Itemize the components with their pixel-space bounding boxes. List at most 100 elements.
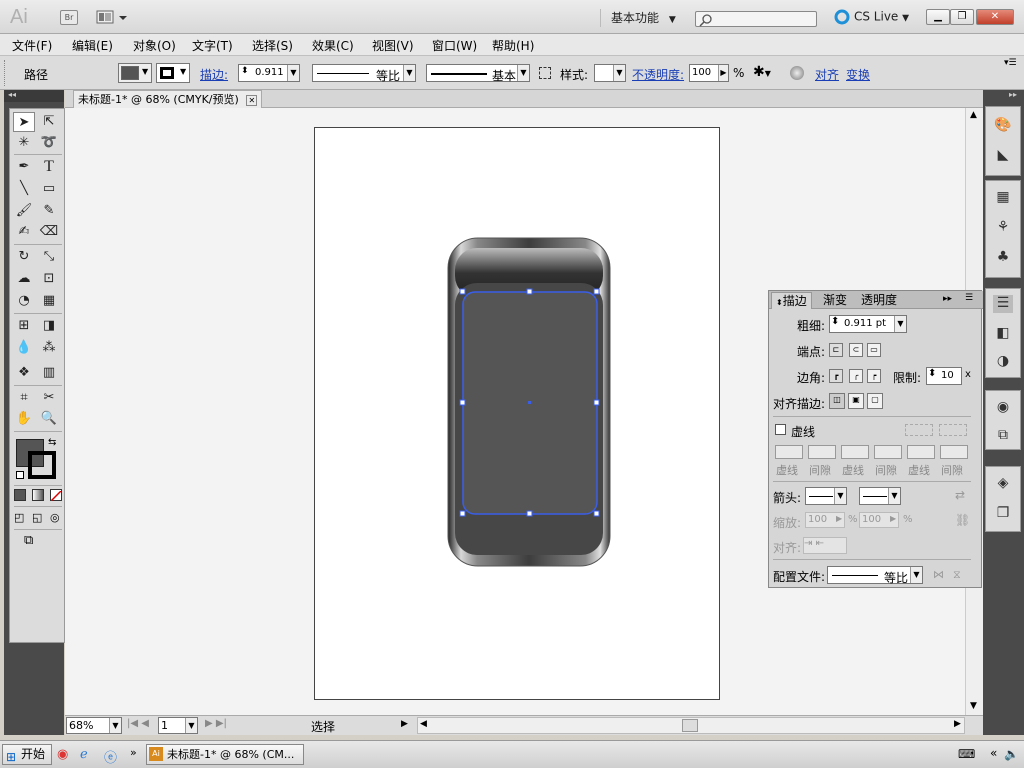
width-profile-dropdown[interactable]: 等比 ▼ xyxy=(827,566,923,585)
menu-file[interactable]: 文件(F) xyxy=(12,37,52,54)
chevron-right-icon[interactable]: ▶ xyxy=(836,514,842,523)
horizontal-scrollbar[interactable]: ◀ ▶ xyxy=(417,717,965,734)
end-scale-field[interactable]: 100 ▶ xyxy=(859,512,899,528)
transparency-panel-icon[interactable]: ◑ xyxy=(993,353,1013,371)
magic-wand-tool[interactable]: ✳ xyxy=(13,133,35,153)
rectangle-tool[interactable]: ▭ xyxy=(38,179,60,199)
status-menu[interactable]: 选择 ▶ xyxy=(235,717,413,734)
expand-panels-icon[interactable]: ▸▸ xyxy=(1009,90,1017,99)
lasso-tool[interactable]: ➰ xyxy=(38,133,60,153)
scroll-right-icon[interactable]: ▶ xyxy=(954,719,961,729)
panel-menu-icon[interactable]: ☰ xyxy=(965,293,973,303)
align-arrowheads-buttons[interactable]: ⇥ ⇤ xyxy=(803,537,847,554)
slice-tool[interactable]: ✂ xyxy=(38,388,60,408)
appearance-panel-icon[interactable]: ◉ xyxy=(993,399,1013,417)
dash-align-icon[interactable] xyxy=(939,424,967,436)
swatches-panel-icon[interactable]: ▦ xyxy=(993,189,1013,207)
menu-type[interactable]: 文字(T) xyxy=(192,37,233,54)
tab-gradient[interactable]: 渐变 xyxy=(819,292,851,309)
dash-field-2[interactable] xyxy=(841,445,869,459)
chevron-down-icon[interactable]: ▼ xyxy=(287,65,299,81)
menu-effect[interactable]: 效果(C) xyxy=(312,37,354,54)
panel-menu-icon[interactable]: ▾☰ xyxy=(1004,58,1017,68)
eyedropper-tool[interactable]: 💧 xyxy=(13,338,35,358)
direct-selection-tool[interactable]: ⇱ xyxy=(38,112,60,132)
dashed-line-checkbox[interactable] xyxy=(775,424,786,435)
align-outside-button[interactable]: ▢ xyxy=(867,393,883,409)
arrange-documents-button[interactable] xyxy=(96,9,130,26)
artboard-number-field[interactable]: 1 ▼ xyxy=(158,717,198,734)
dash-field-1[interactable] xyxy=(775,445,803,459)
chevron-down-icon[interactable]: ▼ xyxy=(517,65,529,81)
swap-arrowheads-icon[interactable]: ⇄ xyxy=(955,488,965,502)
phone-artwork[interactable] xyxy=(315,128,721,701)
minimize-button[interactable]: ▁ xyxy=(926,9,950,25)
link-scale-icon[interactable]: ⛓ xyxy=(955,513,970,527)
hand-tool[interactable]: ✋ xyxy=(13,409,35,429)
chevron-right-icon[interactable]: ▶ xyxy=(890,514,896,523)
chevron-down-icon[interactable]: ▼ xyxy=(185,718,197,733)
draw-normal-icon[interactable]: ◰ xyxy=(14,511,28,525)
artboard-tool[interactable]: ⌗ xyxy=(13,388,35,408)
layers-panel-icon[interactable]: ◈ xyxy=(993,475,1013,493)
pen-tool[interactable]: ✒ xyxy=(13,157,35,177)
weight-field[interactable]: ⬍ 0.911 pt ▼ xyxy=(829,315,907,333)
opacity-field[interactable]: 100 ▶ xyxy=(689,64,729,82)
brush-definition-dropdown[interactable]: 基本 ▼ xyxy=(426,64,530,83)
stroke-panel-icon[interactable]: ☰ xyxy=(993,295,1013,313)
gap-field-3[interactable] xyxy=(940,445,968,459)
blend-tool[interactable]: ⁂ xyxy=(38,338,60,358)
start-arrowhead-dropdown[interactable]: ▼ xyxy=(805,487,847,505)
scroll-up-icon[interactable]: ▲ xyxy=(970,110,977,120)
control-bar-grip[interactable] xyxy=(4,60,8,86)
chevron-down-icon[interactable]: ▼ xyxy=(894,316,906,332)
taskbar-illustrator-item[interactable]: Ai 未标题-1* @ 68% (CM... xyxy=(146,744,304,765)
rotate-tool[interactable]: ↻ xyxy=(13,247,35,267)
volume-tray-icon[interactable]: 🔈 xyxy=(1004,747,1019,761)
stepper-icon[interactable]: ⬍ xyxy=(831,316,839,327)
miter-join-button[interactable]: ┏ xyxy=(829,369,843,383)
ie-quicklaunch-icon[interactable]: ℯ xyxy=(80,747,88,762)
gradient-mode-icon[interactable] xyxy=(32,489,44,501)
pencil-tool[interactable]: ✎ xyxy=(38,201,60,221)
chevron-down-icon[interactable]: ▼ xyxy=(910,567,922,583)
start-button[interactable]: ⊞ 开始 xyxy=(2,744,52,765)
zoom-tool[interactable]: 🔍 xyxy=(38,409,60,429)
scroll-left-icon[interactable]: ◀ xyxy=(420,719,427,729)
transform-panel-link[interactable]: 变换 xyxy=(846,66,870,83)
gap-field-1[interactable] xyxy=(808,445,836,459)
line-segment-tool[interactable]: ╲ xyxy=(13,179,35,199)
miter-limit-field[interactable]: ⬍ 10 xyxy=(926,367,962,385)
cs-live-button[interactable]: CS Live ▼ xyxy=(834,9,909,25)
chevron-right-icon[interactable]: ▶ xyxy=(401,719,408,729)
menu-select[interactable]: 选择(S) xyxy=(252,37,293,54)
menu-help[interactable]: 帮助(H) xyxy=(492,37,534,54)
align-panel-link[interactable]: 对齐 xyxy=(815,66,839,83)
paintbrush-tool[interactable]: 🖌 xyxy=(13,201,35,221)
round-join-button[interactable]: ╭ xyxy=(849,369,863,383)
round-cap-button[interactable]: ⊂ xyxy=(849,343,863,357)
tab-transparency[interactable]: 透明度 xyxy=(857,292,901,309)
zoom-dropdown[interactable]: 68% ▼ xyxy=(66,717,122,734)
chevron-right-icon[interactable]: ▶ xyxy=(718,65,728,81)
flip-along-icon[interactable]: ⋈ xyxy=(933,568,944,581)
workspace-switcher[interactable]: 基本功能 ▼ xyxy=(600,9,676,27)
chrome-quicklaunch-icon[interactable]: ◉ xyxy=(57,747,68,762)
color-guide-icon[interactable]: ◣ xyxy=(993,147,1013,165)
restore-button[interactable]: ❐ xyxy=(950,9,974,25)
last-artboard-icon[interactable]: ▶ ▶| xyxy=(205,718,227,729)
recolor-artwork-button[interactable]: ✱▼ xyxy=(753,64,781,82)
tools-panel-header[interactable]: ◂◂ xyxy=(4,90,64,102)
browser-quicklaunch-icon[interactable]: ⓔ xyxy=(104,747,117,766)
variable-width-profile-dropdown[interactable]: 等比 ▼ xyxy=(312,64,416,83)
stroke-weight-field[interactable]: ⬍ 0.911 ▼ xyxy=(238,64,300,82)
keyboard-tray-icon[interactable]: ⌨ xyxy=(958,747,975,761)
artboards-panel-icon[interactable]: ❐ xyxy=(993,505,1013,523)
brush-options-icon[interactable] xyxy=(539,67,551,79)
bridge-button[interactable]: Br xyxy=(60,10,78,25)
projecting-cap-button[interactable]: ▭ xyxy=(867,343,881,357)
symbols-panel-icon[interactable]: ♣ xyxy=(993,249,1013,267)
graphic-style-picker[interactable]: ▼ xyxy=(594,64,626,82)
collapse-panel-icon[interactable]: ▸▸ xyxy=(943,294,952,304)
mesh-tool[interactable]: ⊞ xyxy=(13,316,35,336)
